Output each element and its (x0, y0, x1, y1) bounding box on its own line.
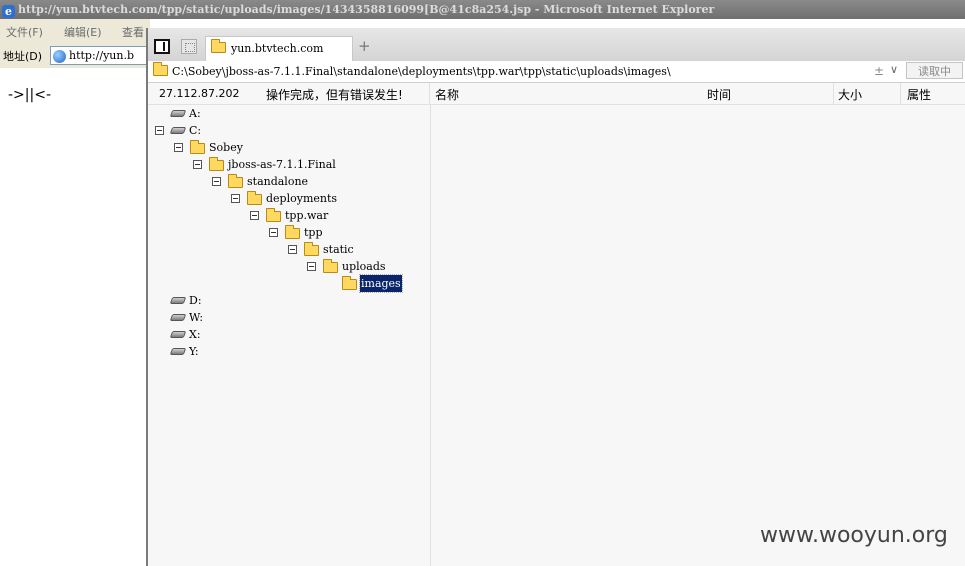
tab-site[interactable]: yun.btvtech.com (205, 36, 353, 61)
column-header-name[interactable]: 名称 (435, 86, 459, 103)
tree-node-folder[interactable]: tpp (148, 224, 428, 241)
drive-icon (169, 314, 187, 321)
collapse-icon[interactable] (212, 177, 221, 186)
collapse-icon[interactable] (155, 126, 164, 135)
collapse-icon[interactable] (250, 211, 259, 220)
collapse-icon[interactable] (288, 245, 297, 254)
tree-node-drive-w[interactable]: W: (148, 309, 428, 326)
tree-node-label: W: (189, 311, 204, 324)
menu-view[interactable]: 查看 (122, 24, 144, 40)
tree-node-drive-x[interactable]: X: (148, 326, 428, 343)
tree-node-label: tpp.war (285, 209, 329, 222)
tab-label: yun.btvtech.com (231, 42, 324, 55)
collapse-icon[interactable] (307, 262, 316, 271)
file-list[interactable] (430, 105, 965, 566)
tree-node-label: jboss-as-7.1.1.Final (228, 158, 336, 171)
tree-node-label: Sobey (209, 141, 243, 154)
new-tab-button[interactable]: + (358, 37, 371, 55)
drive-icon (169, 127, 187, 134)
folder-icon (211, 39, 226, 53)
tree-node-label: uploads (342, 260, 386, 273)
tab-bar: yun.btvtech.com + (148, 28, 965, 61)
tree-node-drive-a[interactable]: A: (148, 105, 428, 122)
tree-node-folder[interactable]: tpp.war (148, 207, 428, 224)
read-button[interactable]: 读取中 (906, 62, 963, 79)
ie-address-bar: 地址(D) http://yun.b (0, 43, 162, 69)
address-value: http://yun.b (69, 49, 135, 62)
column-divider (429, 83, 430, 104)
tree-node-drive-d[interactable]: D: (148, 292, 428, 309)
ie-page-content (0, 68, 146, 566)
drive-icon (169, 331, 187, 338)
ie-title-bar: e http://yun.btvtech.com/tpp/static/uploa… (0, 0, 965, 19)
drive-icon (169, 297, 187, 304)
tree-node-label: Y: (189, 345, 199, 358)
tree-node-folder[interactable]: uploads (148, 258, 428, 275)
tree-node-drive-c[interactable]: C: (148, 122, 428, 139)
tree-node-folder[interactable]: deployments (148, 190, 428, 207)
tree-node-label: tpp (304, 226, 323, 239)
collapse-icon[interactable] (269, 228, 278, 237)
folder-icon (266, 208, 281, 222)
tree-node-folder[interactable]: Sobey (148, 139, 428, 156)
ie-menu-bar: 文件(F) 编辑(E) 查看 (0, 19, 150, 44)
tree-node-drive-y[interactable]: Y: (148, 343, 428, 360)
watermark: www.wooyun.org (760, 523, 948, 548)
tree-node-folder[interactable]: static (148, 241, 428, 258)
path-input[interactable] (172, 63, 862, 79)
tree-node-label: X: (189, 328, 201, 341)
folder-icon (209, 157, 224, 171)
address-label: 地址(D) (3, 50, 43, 63)
header-row: 27.112.87.202 操作完成，但有错误发生! 名称 时间 大小 属性 (148, 83, 965, 105)
drive-icon (169, 110, 187, 117)
collapse-icon[interactable] (193, 160, 202, 169)
folder-icon (323, 259, 338, 273)
collapse-icon[interactable] (231, 194, 240, 203)
folder-icon (304, 242, 319, 256)
file-manager-window: yun.btvtech.com + ± ∨ 读取中 27.112.87.202 … (146, 28, 965, 566)
menu-edit[interactable]: 编辑(E) (64, 24, 102, 40)
tree-node-label: images (359, 274, 403, 293)
path-adjust-icon[interactable]: ± (874, 64, 884, 78)
ie-page-icon (53, 50, 66, 63)
tree-node-label: deployments (266, 192, 338, 205)
page-icon[interactable] (181, 39, 197, 54)
folder-icon (190, 140, 205, 154)
page-body-text: ->||<- (8, 87, 51, 103)
ie-logo-icon: e (2, 5, 15, 18)
sidebar-toggle-icon[interactable] (154, 39, 170, 54)
tree-node-label: A: (189, 107, 201, 120)
folder-icon (153, 62, 168, 76)
column-header-attributes[interactable]: 属性 (907, 86, 931, 103)
tree-node-folder[interactable]: standalone (148, 173, 428, 190)
collapse-icon[interactable] (174, 143, 183, 152)
tree-node-folder-selected[interactable]: images (148, 274, 428, 293)
directory-tree: A: C: Sobey jboss-as-7.1.1.Final standal… (148, 105, 429, 566)
folder-icon (247, 191, 262, 205)
tree-node-label: C: (189, 124, 202, 137)
tree-node-label: static (323, 243, 354, 256)
ie-window-title: http://yun.btvtech.com/tpp/static/upload… (18, 3, 715, 16)
column-header-time[interactable]: 时间 (707, 86, 731, 103)
drive-icon (169, 348, 187, 355)
folder-icon (342, 276, 357, 290)
folder-icon (228, 174, 243, 188)
tree-node-folder[interactable]: jboss-as-7.1.1.Final (148, 156, 428, 173)
folder-icon (285, 225, 300, 239)
path-bar: ± ∨ 读取中 (148, 61, 965, 83)
column-header-size[interactable]: 大小 (838, 86, 862, 103)
tree-node-label: D: (189, 294, 202, 307)
tree-node-label: standalone (247, 175, 309, 188)
column-divider (900, 83, 901, 104)
chevron-down-icon[interactable]: ∨ (890, 63, 898, 76)
status-text: 操作完成，但有错误发生! (266, 88, 403, 102)
menu-file[interactable]: 文件(F) (6, 24, 43, 40)
ip-label: 27.112.87.202 (159, 87, 240, 100)
column-divider (833, 83, 834, 104)
